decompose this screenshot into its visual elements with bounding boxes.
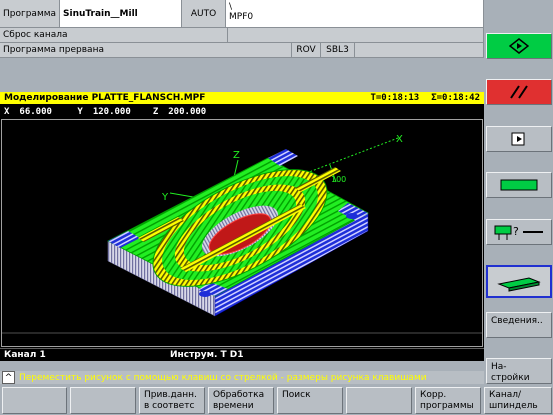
softkey-h2[interactable] xyxy=(70,387,136,414)
block-button[interactable] xyxy=(486,172,552,198)
simulation-title: Моделирование PLATTE_FLANSCH.MPF xyxy=(4,93,206,103)
channel-status-blank xyxy=(228,28,484,43)
svg-text:?: ? xyxy=(513,225,519,238)
position-readout: X 66.000 Y 120.000 Z 200.000 xyxy=(0,105,484,118)
jump-icon xyxy=(511,132,525,146)
workpiece-3d-view: X Y Z 100 xyxy=(1,119,483,347)
correct-program-button[interactable]: Корр. программы xyxy=(415,387,481,414)
y-label: Y xyxy=(77,106,83,117)
align-data-button[interactable]: Прив.данн. в соответс xyxy=(139,387,205,414)
status-blank xyxy=(355,43,484,58)
z-value: 200.000 xyxy=(168,106,207,117)
softkey-h6[interactable] xyxy=(346,387,412,414)
mode-indicator: AUTO xyxy=(182,0,226,28)
channel-status: Сброс канала xyxy=(0,28,228,43)
simulation-time: T=0:18:13 xyxy=(370,93,420,103)
softkey-h1[interactable] xyxy=(2,387,67,414)
hint-text: Переместить рисунок с помощью клавиш со … xyxy=(19,372,427,383)
reset-button[interactable] xyxy=(486,79,552,105)
cycle-start-icon xyxy=(509,38,529,54)
path-program: MPF0 xyxy=(229,12,254,22)
cycle-start-button[interactable] xyxy=(486,33,552,59)
rov-indicator: ROV xyxy=(292,43,321,58)
scale-label: 100 xyxy=(331,175,346,184)
simulation-canvas[interactable]: X Y Z 100 xyxy=(0,118,484,348)
hint-bar: ^ Переместить рисунок с помощью клавиш с… xyxy=(0,371,484,384)
machining-time-button[interactable]: Обработка времени xyxy=(208,387,274,414)
up-arrow-icon[interactable]: ^ xyxy=(2,371,15,384)
jump-button[interactable] xyxy=(486,126,552,152)
info-button[interactable]: Сведения.. xyxy=(486,312,552,338)
sbl-indicator: SBL3 xyxy=(321,43,355,58)
block-icon xyxy=(500,179,538,191)
settings-button[interactable]: На- стройки xyxy=(486,358,552,384)
axis-y-label: Y xyxy=(161,192,169,203)
reset-icon xyxy=(510,85,528,99)
search-button[interactable]: Поиск xyxy=(277,387,343,414)
3d-view-icon xyxy=(497,276,541,292)
tool-label: Инструм. T D1 xyxy=(170,350,244,360)
tool-check-button[interactable]: ? xyxy=(486,219,552,245)
simulation-title-bar: Моделирование PLATTE_FLANSCH.MPF T=0:18:… xyxy=(0,92,484,105)
axis-x-label: X xyxy=(396,134,403,145)
program-path: \ MPF0 xyxy=(226,0,484,28)
channel-label: Канал 1 xyxy=(4,350,46,360)
z-label: Z xyxy=(152,106,159,117)
x-value: 66.000 xyxy=(19,106,52,117)
y-value: 120.000 xyxy=(92,106,131,117)
x-label: X xyxy=(4,106,10,117)
simulation-footer: Канал 1 Инструм. T D1 xyxy=(0,348,484,361)
program-label: Программа xyxy=(0,0,60,28)
simulation-total-time: Σ=0:18:42 xyxy=(431,93,480,103)
channel-spindle-button[interactable]: Канал/ шпиндель xyxy=(484,387,552,414)
axis-z-label: Z xyxy=(233,150,240,161)
right-softkey-panel xyxy=(484,0,553,415)
tool-check-icon: ? xyxy=(494,225,543,240)
3d-view-button[interactable] xyxy=(486,265,552,298)
machine-name: SinuTrain__Mill xyxy=(60,0,182,28)
path-root: \ xyxy=(229,2,233,12)
program-status: Программа прервана xyxy=(0,43,292,58)
